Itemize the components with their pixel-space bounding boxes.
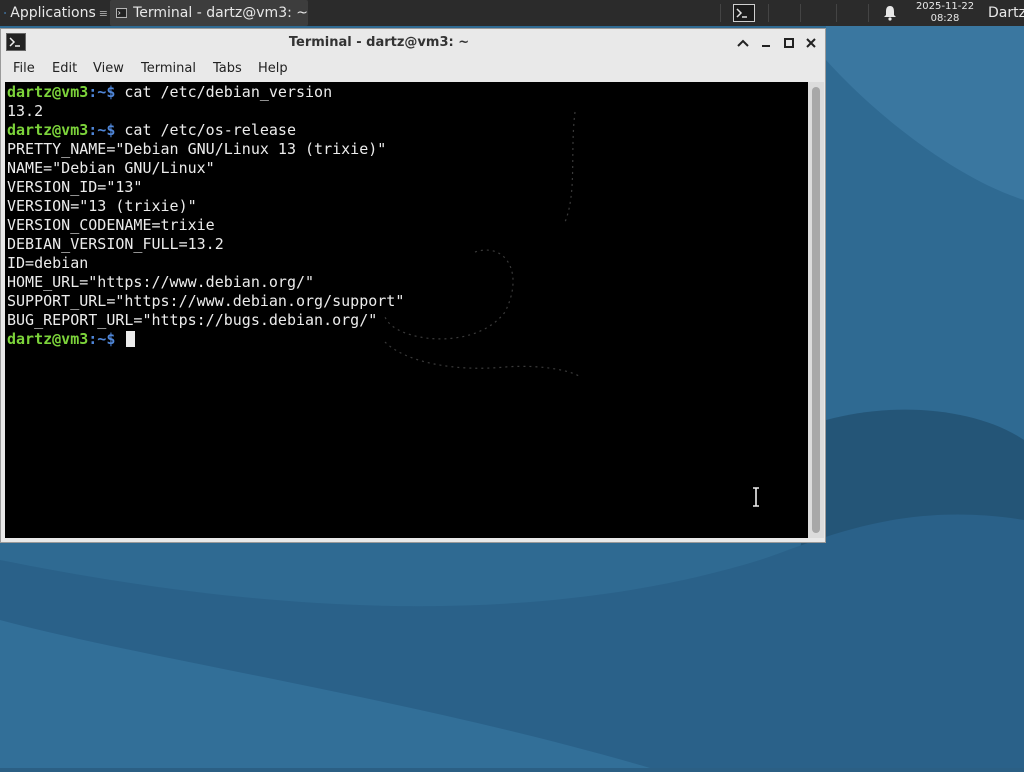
applications-menu-button[interactable]: Applications ≡ <box>0 0 108 26</box>
terminal-output-line: VERSION_CODENAME=trixie <box>7 216 215 234</box>
terminal-command-line: dartz@vm3:~$ cat /etc/debian_version <box>7 83 404 102</box>
user-menu-button[interactable]: Dartz <box>988 0 1024 26</box>
shade-button[interactable] <box>733 33 753 53</box>
clock-date: 2025-11-22 <box>915 1 975 12</box>
close-button[interactable] <box>801 33 821 53</box>
taskbar-item-label: Terminal - dartz@vm3: ~ <box>133 5 308 21</box>
panel-separator <box>868 4 869 22</box>
xfce-logo-icon <box>4 11 7 15</box>
window-title: Terminal - dartz@vm3: ~ <box>288 35 470 50</box>
command-text: cat /etc/os-release <box>124 121 296 139</box>
menu-terminal[interactable]: Terminal <box>135 57 202 81</box>
chevron-up-icon <box>737 39 749 47</box>
prompt-symbol: $ <box>106 330 116 348</box>
window-titlebar[interactable]: Terminal - dartz@vm3: ~ <box>1 29 825 57</box>
prompt-symbol: $ <box>106 83 116 101</box>
bell-icon <box>884 6 896 21</box>
terminal-prompt-line: dartz@vm3:~$ <box>7 330 404 349</box>
terminal-icon <box>116 8 128 18</box>
minimize-button[interactable] <box>756 33 776 53</box>
terminal-launcher-button[interactable] <box>728 0 760 26</box>
panel-separator <box>836 4 837 22</box>
prompt-path: :~ <box>88 330 107 348</box>
user-label: Dartz <box>988 5 1024 21</box>
panel-separator <box>768 4 769 22</box>
menu-edit[interactable]: Edit <box>46 57 83 81</box>
terminal-output-line: VERSION_ID="13" <box>7 178 143 196</box>
maximize-icon <box>784 38 794 48</box>
panel-separator <box>720 4 721 22</box>
terminal-output-line: VERSION="13 (trixie)" <box>7 197 197 215</box>
applications-label: Applications <box>10 5 96 21</box>
terminal-lines: dartz@vm3:~$ cat /etc/debian_version 13.… <box>7 83 404 349</box>
prompt-symbol: $ <box>106 121 116 139</box>
terminal-output-line: DEBIAN_VERSION_FULL=13.2 <box>7 235 224 253</box>
menu-view[interactable]: View <box>87 57 130 81</box>
terminal-output-line: NAME="Debian GNU/Linux" <box>7 159 215 177</box>
terminal-output-line: ID=debian <box>7 254 89 272</box>
menu-help[interactable]: Help <box>252 57 294 81</box>
maximize-button[interactable] <box>779 33 799 53</box>
menu-file[interactable]: File <box>7 57 41 81</box>
minimize-icon <box>762 45 770 47</box>
panel-separator <box>800 4 801 22</box>
terminal-output-line: PRETTY_NAME="Debian GNU/Linux 13 (trixie… <box>7 140 387 158</box>
prompt-path: :~ <box>88 121 107 139</box>
terminal-command-line: dartz@vm3:~$ cat /etc/os-release <box>7 121 404 140</box>
panel-clock[interactable]: 2025-11-22 08:28 <box>906 1 984 25</box>
terminal-output-line: SUPPORT_URL="https://www.debian.org/supp… <box>7 292 405 310</box>
terminal-output-line: HOME_URL="https://www.debian.org/" <box>7 273 315 291</box>
prompt-user: dartz@vm3 <box>7 330 89 348</box>
terminal-window: Terminal - dartz@vm3: ~ File Edit View T… <box>0 28 826 543</box>
terminal-output-line: BUG_REPORT_URL="https://bugs.debian.org/… <box>7 311 378 329</box>
menubar: File Edit View Terminal Tabs Help <box>1 57 825 81</box>
text-cursor <box>126 331 136 347</box>
clock-time: 08:28 <box>930 13 960 24</box>
close-icon <box>806 38 816 48</box>
ibeam-cursor-icon <box>753 487 759 507</box>
terminal-output-area[interactable]: dartz@vm3:~$ cat /etc/debian_version 13.… <box>5 82 808 538</box>
notifications-button[interactable] <box>880 0 900 26</box>
menu-tabs[interactable]: Tabs <box>207 57 248 81</box>
terminal-launcher-icon <box>733 4 755 22</box>
menu-glyph-icon: ≡ <box>98 6 108 20</box>
prompt-user: dartz@vm3 <box>7 83 89 101</box>
scrollbar-thumb[interactable] <box>812 87 820 533</box>
prompt-user: dartz@vm3 <box>7 121 89 139</box>
command-text: cat /etc/debian_version <box>124 83 333 101</box>
top-panel: Applications ≡ Terminal - dartz@vm3: ~ 2… <box>0 0 1024 26</box>
terminal-output-line: 13.2 <box>7 102 44 120</box>
taskbar-item-terminal[interactable]: Terminal - dartz@vm3: ~ <box>110 0 308 26</box>
prompt-path: :~ <box>88 83 107 101</box>
